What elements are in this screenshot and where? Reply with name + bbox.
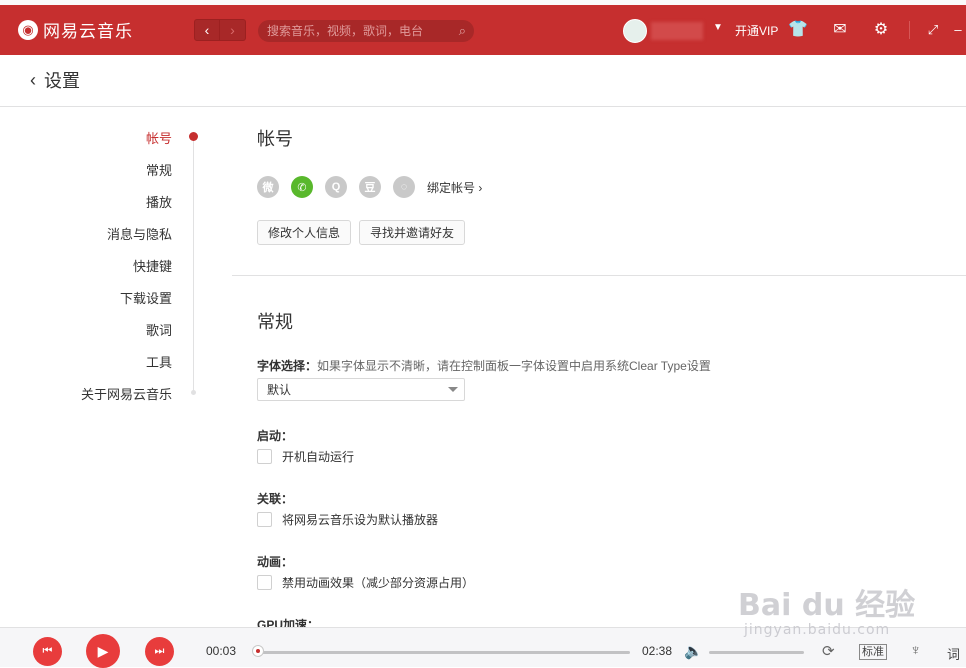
startup-label: 启动：	[257, 429, 294, 443]
general-section-title: 常规	[257, 312, 293, 332]
sidenav-item-lyrics[interactable]: 歌词	[146, 320, 172, 339]
sidenav-item-shortcuts[interactable]: 快捷键	[133, 256, 172, 275]
page-title: 设置	[44, 71, 80, 91]
netease-logo-icon: ◉	[18, 19, 38, 40]
title-bar: ◉ 网易云音乐 ‹ › ⌕ ▼ 开通VIP 👕 ✉ ⚙ ⤢ –	[0, 5, 966, 55]
default-player-option[interactable]: 将网易云音乐设为默认播放器	[257, 511, 438, 528]
douban-icon[interactable]: 豆	[359, 176, 381, 198]
total-time: 02:38	[642, 644, 673, 658]
animation-label: 动画：	[257, 555, 294, 569]
font-setting-label: 字体选择：如果字体显示不清晰，请在控制面板一字体设置中启用系统Clear Typ…	[257, 357, 711, 374]
app-name: 网易云音乐	[43, 22, 133, 41]
sidenav-item-playback[interactable]: 播放	[146, 192, 172, 211]
repeat-mode-icon[interactable]: ⟳	[822, 642, 835, 660]
disable-animation-option[interactable]: 禁用动画效果（减少部分资源占用）	[257, 574, 474, 591]
disable-animation-checkbox[interactable]	[257, 575, 272, 590]
username[interactable]	[651, 22, 703, 40]
font-hint: 如果字体显示不清晰，请在控制面板一字体设置中启用系统Clear Type设置	[317, 359, 711, 373]
account-section-title: 帐号	[257, 129, 293, 149]
qq-icon[interactable]: Q	[325, 176, 347, 198]
progress-knob-dot	[256, 649, 260, 653]
skin-icon[interactable]: 👕	[788, 19, 808, 39]
open-vip-link[interactable]: 开通VIP	[735, 22, 778, 39]
sidenav-active-dot	[189, 132, 198, 141]
font-select-value: 默认	[267, 383, 292, 397]
settings-back-link[interactable]: ‹ 设置	[30, 67, 80, 93]
next-track-button[interactable]: ⏭	[145, 637, 174, 666]
chevron-left-icon: ‹	[30, 69, 36, 90]
sidenav-item-download[interactable]: 下载设置	[120, 288, 172, 307]
app-logo[interactable]: ◉ 网易云音乐	[18, 17, 133, 42]
lyrics-button[interactable]: 词	[947, 644, 960, 663]
minimize-icon[interactable]: –	[948, 22, 966, 37]
search-input[interactable]	[267, 24, 447, 38]
gpu-acceleration-label: GPU加速：	[257, 618, 320, 627]
history-nav: ‹ ›	[194, 19, 246, 41]
avatar[interactable]	[623, 19, 647, 43]
page-header: ‹ 设置	[0, 55, 966, 107]
volume-icon[interactable]: 🔈	[684, 642, 703, 660]
invite-friends-button[interactable]: 寻找并邀请好友	[359, 220, 465, 245]
sidenav-rail	[193, 135, 194, 393]
sidenav-item-tools[interactable]: 工具	[146, 352, 172, 371]
sidenav-item-privacy[interactable]: 消息与隐私	[107, 224, 172, 243]
settings-icon[interactable]: ⚙	[871, 19, 891, 39]
font-label: 字体选择：	[257, 359, 318, 373]
association-label: 关联：	[257, 492, 294, 506]
mail-icon[interactable]: ✉	[830, 19, 850, 39]
social-accounts: 微 ✆ Q 豆 ◌ 绑定帐号 ›	[257, 176, 482, 198]
sidenav-item-about[interactable]: 关于网易云音乐	[81, 384, 172, 403]
play-button[interactable]: ▶	[86, 634, 120, 668]
default-player-checkbox[interactable]	[257, 512, 272, 527]
current-time: 00:03	[206, 644, 237, 658]
mini-mode-icon[interactable]: ⤢	[923, 22, 943, 38]
progress-knob[interactable]	[252, 645, 264, 657]
weibo-icon[interactable]: 微	[257, 176, 279, 198]
user-menu-arrow-icon[interactable]: ▼	[713, 22, 723, 33]
baidu-watermark-url: jingyan.baidu.com	[744, 622, 891, 638]
section-divider	[232, 275, 966, 276]
forward-button[interactable]: ›	[220, 19, 246, 41]
header-separator	[909, 21, 910, 39]
quality-button[interactable]: 标准	[859, 644, 887, 660]
progress-track[interactable]	[256, 651, 630, 654]
wechat-icon[interactable]: ✆	[291, 176, 313, 198]
previous-track-button[interactable]: ⏮	[33, 637, 62, 666]
startup-option[interactable]: 开机自动运行	[257, 448, 354, 465]
disable-animation-option-label: 禁用动画效果（减少部分资源占用）	[282, 576, 475, 590]
back-button[interactable]: ‹	[194, 19, 220, 41]
volume-track[interactable]	[709, 651, 804, 654]
sidenav-item-general[interactable]: 常规	[146, 160, 172, 179]
baidu-watermark: Bai du 经验	[738, 588, 916, 623]
search-icon[interactable]: ⌕	[459, 23, 466, 39]
default-player-option-label: 将网易云音乐设为默认播放器	[282, 513, 439, 527]
yixin-icon[interactable]: ◌	[393, 176, 415, 198]
sidenav-item-account[interactable]: 帐号	[146, 128, 172, 147]
bind-account-link[interactable]: 绑定帐号 ›	[427, 179, 482, 196]
effects-icon[interactable]: ♆	[910, 642, 921, 659]
startup-checkbox[interactable]	[257, 449, 272, 464]
settings-content: 帐号 常规 播放 消息与隐私 快捷键 下载设置 歌词 工具 关于网易云音乐 帐号…	[0, 107, 966, 627]
search-box[interactable]: ⌕	[258, 20, 474, 42]
edit-profile-button[interactable]: 修改个人信息	[257, 220, 351, 245]
sidenav-end-dot	[191, 390, 196, 395]
font-select[interactable]: 默认	[257, 378, 465, 401]
chevron-down-icon	[448, 387, 458, 392]
startup-option-label: 开机自动运行	[282, 450, 355, 464]
